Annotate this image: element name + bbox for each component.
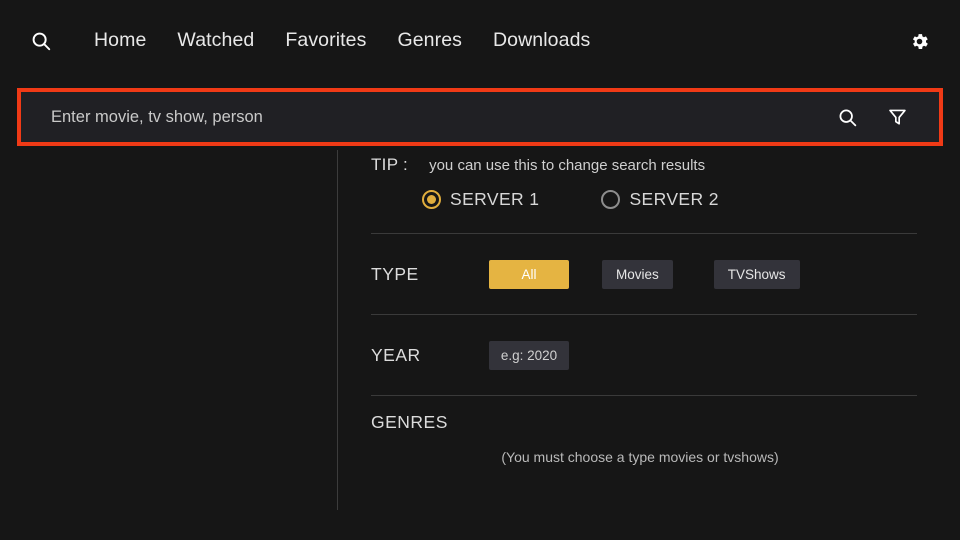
vertical-divider <box>337 150 338 510</box>
tip-row: TIP : you can use this to change search … <box>371 150 917 175</box>
radio-unselected-icon <box>601 190 621 209</box>
search-input[interactable] <box>21 92 827 142</box>
filter-panel: TIP : you can use this to change search … <box>371 150 917 465</box>
tip-text: you can use this to change search result… <box>429 157 706 174</box>
type-option-tvshows[interactable]: TVShows <box>713 259 800 289</box>
tip-label: TIP : <box>371 155 409 174</box>
server-radio-group: SERVER 1 SERVER 2 <box>371 175 917 233</box>
filter-funnel-icon[interactable] <box>877 97 917 137</box>
gear-icon[interactable] <box>908 30 930 52</box>
radio-server-1-label: SERVER 1 <box>450 189 540 209</box>
type-option-all[interactable]: All <box>489 259 569 289</box>
genres-label: GENRES <box>371 412 448 432</box>
nav-item-genres[interactable]: Genres <box>397 31 462 51</box>
nav-links: Home Watched Favorites Genres Downloads <box>94 31 590 51</box>
type-label: TYPE <box>371 263 419 284</box>
genres-note: (You must choose a type movies or tvshow… <box>501 449 779 465</box>
year-label: YEAR <box>371 344 421 365</box>
search-submit-icon[interactable] <box>827 97 867 137</box>
radio-server-1[interactable]: SERVER 1 <box>422 189 539 210</box>
nav-item-favorites[interactable]: Favorites <box>285 31 366 51</box>
year-row: YEAR <box>371 315 917 395</box>
genres-section: GENRES (You must choose a type movies or… <box>371 396 917 465</box>
search-bar-highlight <box>17 88 943 146</box>
nav-item-downloads[interactable]: Downloads <box>493 31 590 51</box>
nav-item-watched[interactable]: Watched <box>177 31 254 51</box>
nav-item-home[interactable]: Home <box>94 31 146 51</box>
radio-selected-icon <box>422 190 441 209</box>
type-row: TYPE All Movies TVShows <box>371 234 917 314</box>
search-bar[interactable] <box>21 92 939 142</box>
year-input[interactable] <box>489 340 569 370</box>
top-navigation-bar: Home Watched Favorites Genres Downloads <box>0 0 960 82</box>
app-root: Home Watched Favorites Genres Downloads <box>0 0 960 540</box>
radio-server-2[interactable]: SERVER 2 <box>601 189 719 210</box>
radio-server-2-label: SERVER 2 <box>629 189 719 209</box>
search-icon[interactable] <box>29 29 53 53</box>
type-option-movies[interactable]: Movies <box>602 259 673 289</box>
